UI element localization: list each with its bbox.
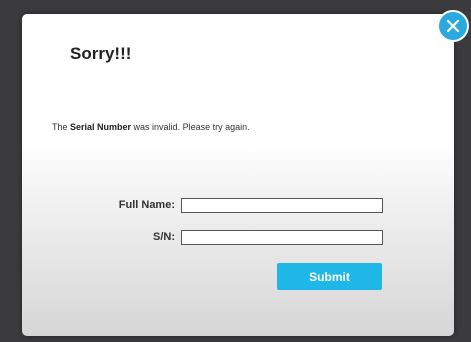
full-name-input[interactable]: [181, 198, 383, 213]
full-name-label: Full Name:: [118, 199, 175, 211]
message-prefix: The: [52, 122, 71, 132]
sn-input[interactable]: [181, 230, 383, 245]
error-message: The Serial Number was invalid. Please tr…: [52, 122, 250, 132]
sn-label: S/N:: [153, 231, 175, 243]
message-bold: Serial Number: [70, 122, 132, 132]
submit-button[interactable]: Submit: [277, 263, 382, 290]
message-suffix: was invalid. Please try again.: [131, 122, 250, 132]
close-icon: [446, 19, 460, 33]
error-dialog: Sorry!!! The Serial Number was invalid. …: [22, 14, 454, 336]
close-button[interactable]: [437, 10, 469, 42]
dialog-title: Sorry!!!: [70, 44, 132, 63]
